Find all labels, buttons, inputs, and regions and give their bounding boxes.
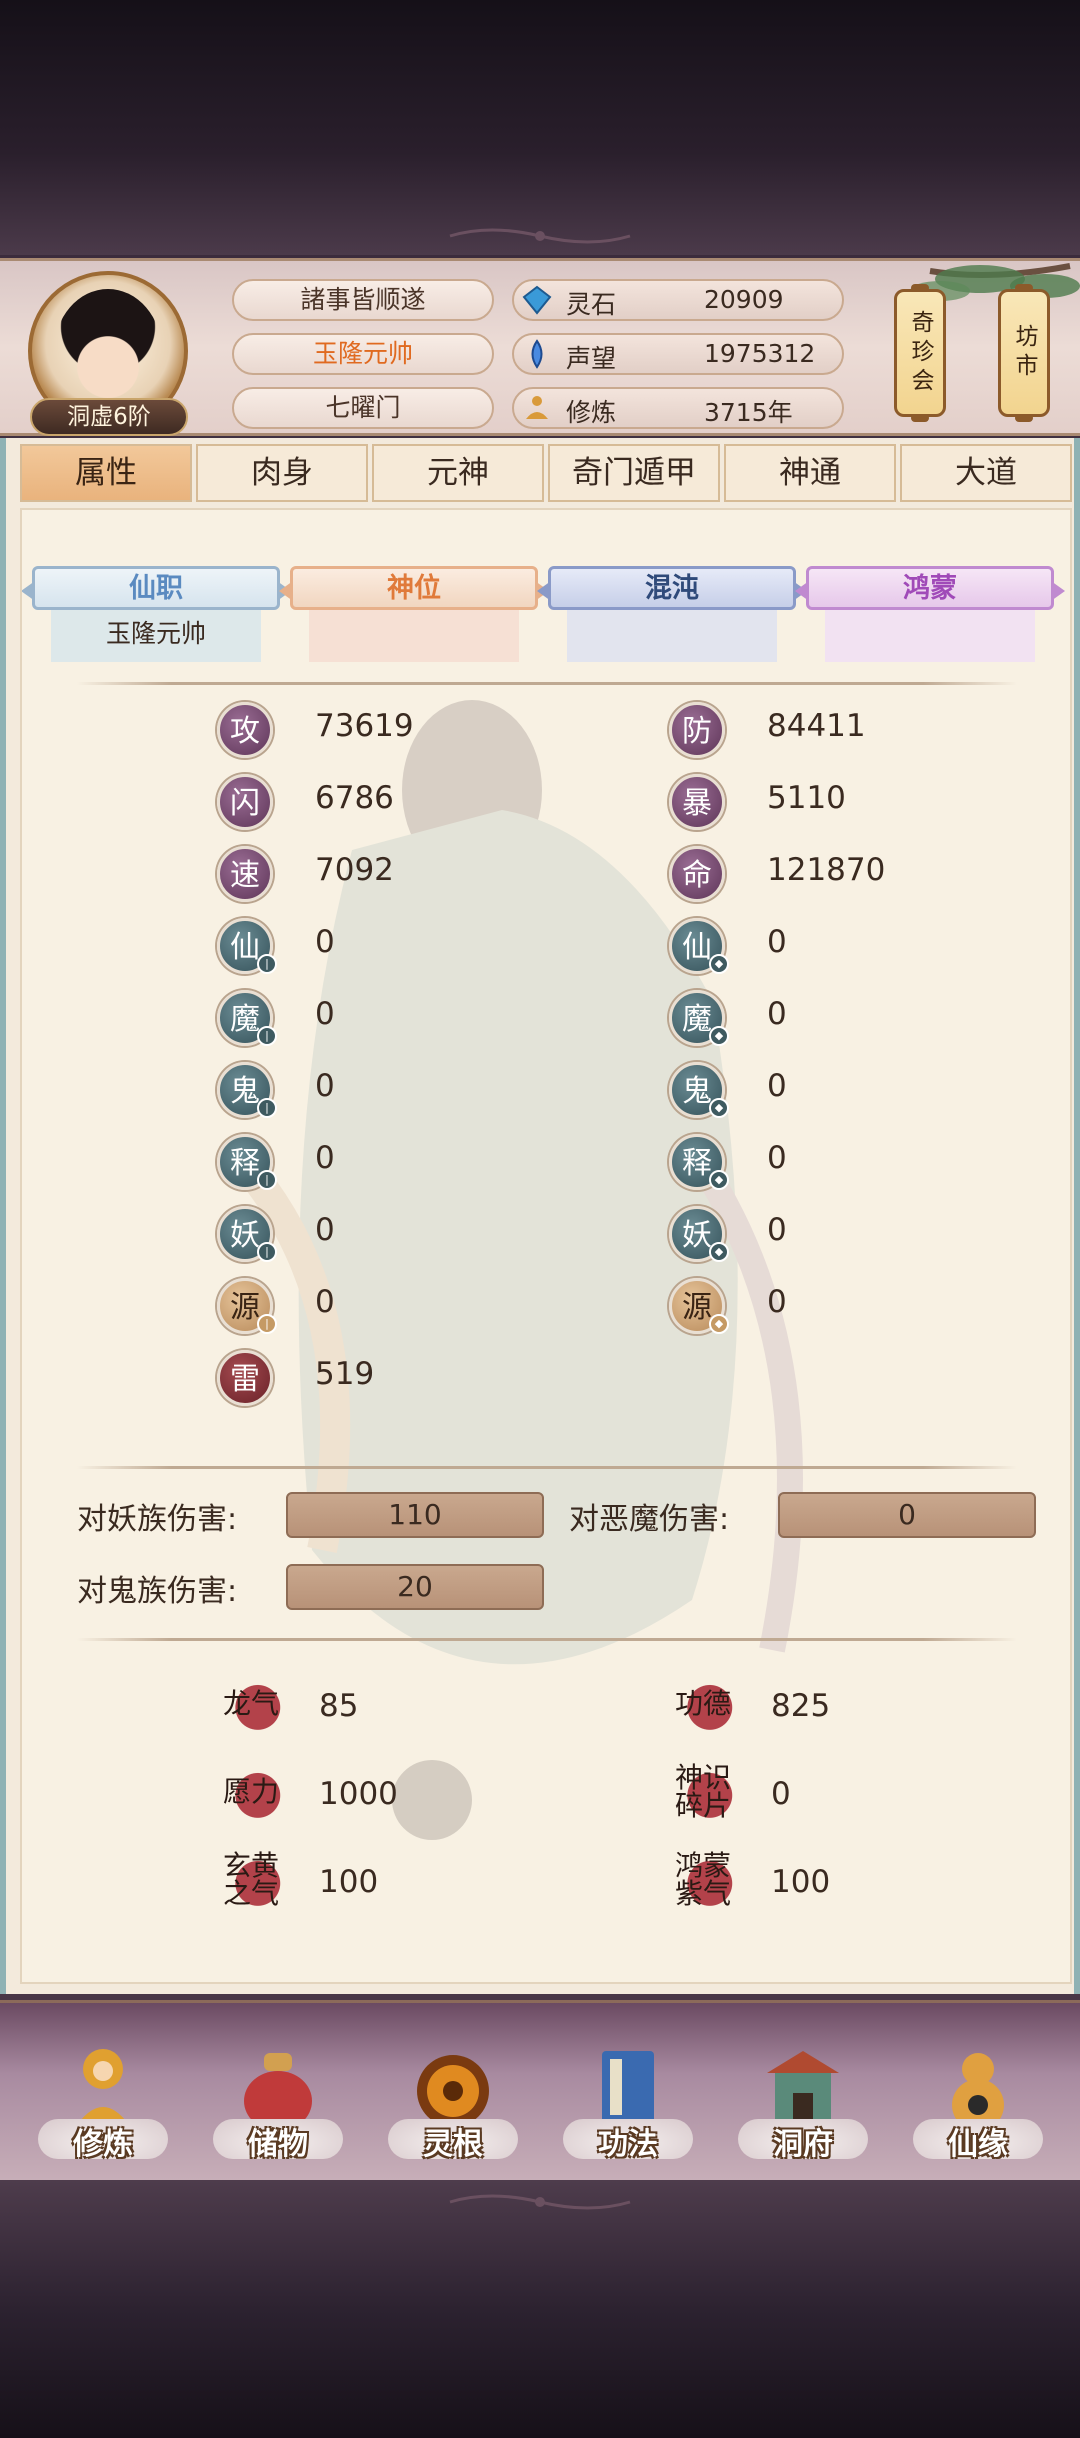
- shield-icon: ◆: [709, 1098, 729, 1118]
- damage-demon-label: 对恶魔伤害:: [569, 1502, 730, 1537]
- damage-yao-label: 对妖族伤害:: [77, 1502, 238, 1537]
- ribbon-hundun[interactable]: 混沌: [537, 566, 807, 610]
- hp-badge: 命: [669, 846, 725, 902]
- stat-shi-defense[interactable]: 释 ◆ 0: [669, 1134, 969, 1192]
- ribbon-xianzhi-value: 玉隆元帅: [51, 610, 261, 662]
- stat-thunder[interactable]: 雷 519: [217, 1350, 517, 1408]
- speed-badge: 速: [217, 846, 273, 902]
- spec-wish-power[interactable]: 愿力 1000: [217, 1758, 537, 1828]
- thunder-badge: 雷: [217, 1350, 273, 1406]
- crystal-icon: [531, 339, 543, 369]
- spec-hongmeng-qi[interactable]: 鸿蒙紫气 100: [669, 1846, 989, 1916]
- sword-icon: |: [257, 1026, 277, 1046]
- sect-pill[interactable]: 七曜门: [232, 387, 494, 429]
- stat-yuan-attack[interactable]: 源 | 0: [217, 1278, 517, 1336]
- defense-badge: 防: [669, 702, 725, 758]
- shield-icon: ◆: [709, 1170, 729, 1190]
- stat-shi-attack[interactable]: 释 | 0: [217, 1134, 517, 1192]
- attribute-panel: 属性 肉身 元神 奇门遁甲 神通 大道 仙职 玉隆元帅 神位 混沌 鸿蒙 攻 7…: [0, 438, 1080, 1994]
- shield-icon: ◆: [709, 1242, 729, 1262]
- stat-mo-attack[interactable]: 魔 | 0: [217, 990, 517, 1048]
- spec-soul-fragment[interactable]: 神识碎片 0: [669, 1758, 989, 1828]
- stat-gui-defense[interactable]: 鬼 ◆ 0: [669, 1062, 969, 1120]
- ribbon-shenwei-value: [309, 610, 519, 662]
- realm-rank: 洞虚6阶: [30, 398, 188, 436]
- bottom-nav: 修炼 储物 灵根 功法 洞府 仙缘: [0, 2000, 1080, 2180]
- meditation-icon: [526, 396, 548, 419]
- ribbon-xianzhi[interactable]: 仙职: [22, 566, 291, 610]
- cultivation-resource: 修炼 3715年: [512, 387, 844, 429]
- motto-pill: 諸事皆顺遂: [232, 279, 494, 321]
- tab-dao[interactable]: 大道: [900, 444, 1072, 502]
- bottom-ornament-icon: [449, 2194, 631, 2210]
- stat-yao-attack[interactable]: 妖 | 0: [217, 1206, 517, 1264]
- stat-xian-defense[interactable]: 仙 ◆ 0: [669, 918, 969, 976]
- sword-icon: |: [257, 1098, 277, 1118]
- player-header: 洞虚6阶 諸事皆顺遂 玉隆元帅 七曜门 灵石 20909 声望 1975312 …: [0, 258, 1080, 436]
- tab-body[interactable]: 肉身: [196, 444, 368, 502]
- nav-techniques[interactable]: 功法: [553, 2025, 703, 2175]
- stat-mo-defense[interactable]: 魔 ◆ 0: [669, 990, 969, 1048]
- bottom-background: [0, 2180, 1080, 2438]
- stat-gui-attack[interactable]: 鬼 | 0: [217, 1062, 517, 1120]
- divider: [77, 1638, 1017, 1641]
- stat-yao-defense[interactable]: 妖 ◆ 0: [669, 1206, 969, 1264]
- spec-xuanhuang[interactable]: 玄黄之气 100: [217, 1846, 537, 1916]
- damage-gui-value: 20: [286, 1564, 544, 1610]
- divider: [77, 682, 1017, 685]
- top-background: [0, 0, 1080, 255]
- ribbon-shenwei[interactable]: 神位: [279, 566, 549, 610]
- shield-icon: ◆: [709, 954, 729, 974]
- stat-attack[interactable]: 攻 73619: [217, 702, 517, 760]
- ribbon-hundun-value: [567, 610, 777, 662]
- sword-icon: |: [257, 1242, 277, 1262]
- nav-cultivate[interactable]: 修炼: [28, 2025, 178, 2175]
- tab-qimen[interactable]: 奇门遁甲: [548, 444, 720, 502]
- reputation-resource: 声望 1975312: [512, 333, 844, 375]
- nav-storage[interactable]: 储物: [203, 2025, 353, 2175]
- crit-badge: 暴: [669, 774, 725, 830]
- treasure-fair-button[interactable]: 奇珍会: [894, 284, 946, 422]
- sword-icon: |: [257, 954, 277, 974]
- spec-dragon-qi[interactable]: 龙气 85: [217, 1670, 537, 1740]
- ribbon-hongmeng-value: [825, 610, 1035, 662]
- spirit-stone-resource: 灵石 20909: [512, 279, 844, 321]
- tab-powers[interactable]: 神通: [724, 444, 896, 502]
- stat-defense[interactable]: 防 84411: [669, 702, 969, 760]
- stat-hp[interactable]: 命 121870: [669, 846, 969, 904]
- attack-badge: 攻: [217, 702, 273, 758]
- stat-speed[interactable]: 速 7092: [217, 846, 517, 904]
- nav-fate[interactable]: 仙缘: [903, 2025, 1053, 2175]
- shield-icon: ◆: [709, 1026, 729, 1046]
- sword-icon: |: [257, 1314, 277, 1334]
- avatar-portrait: [54, 289, 162, 415]
- gem-icon: [522, 285, 552, 315]
- sword-icon: |: [257, 1170, 277, 1190]
- damage-yao-value: 110: [286, 1492, 544, 1538]
- tab-attributes[interactable]: 属性: [20, 444, 192, 502]
- stat-crit[interactable]: 暴 5110: [669, 774, 969, 832]
- stat-dodge[interactable]: 闪 6786: [217, 774, 517, 832]
- stat-yuan-defense[interactable]: 源 ◆ 0: [669, 1278, 969, 1336]
- top-ornament-icon: [449, 228, 631, 244]
- title-pill[interactable]: 玉隆元帅: [232, 333, 494, 375]
- shield-icon: ◆: [709, 1314, 729, 1334]
- nav-spirit-root[interactable]: 灵根: [378, 2025, 528, 2175]
- spec-merit[interactable]: 功德 825: [669, 1670, 989, 1740]
- attribute-content: 仙职 玉隆元帅 神位 混沌 鸿蒙 攻 73619 闪 6786 速 7092 仙 | 0 …: [20, 508, 1072, 1984]
- dodge-badge: 闪: [217, 774, 273, 830]
- tab-soul[interactable]: 元神: [372, 444, 544, 502]
- ribbon-hongmeng[interactable]: 鸿蒙: [795, 566, 1065, 610]
- nav-cave[interactable]: 洞府: [728, 2025, 878, 2175]
- damage-demon-value: 0: [778, 1492, 1036, 1538]
- damage-gui-label: 对鬼族伤害:: [77, 1574, 238, 1609]
- divider: [77, 1466, 1017, 1469]
- tab-bar: 属性 肉身 元神 奇门遁甲 神通 大道: [20, 444, 1072, 506]
- market-button[interactable]: 坊市: [998, 284, 1050, 422]
- stat-xian-attack[interactable]: 仙 | 0: [217, 918, 517, 976]
